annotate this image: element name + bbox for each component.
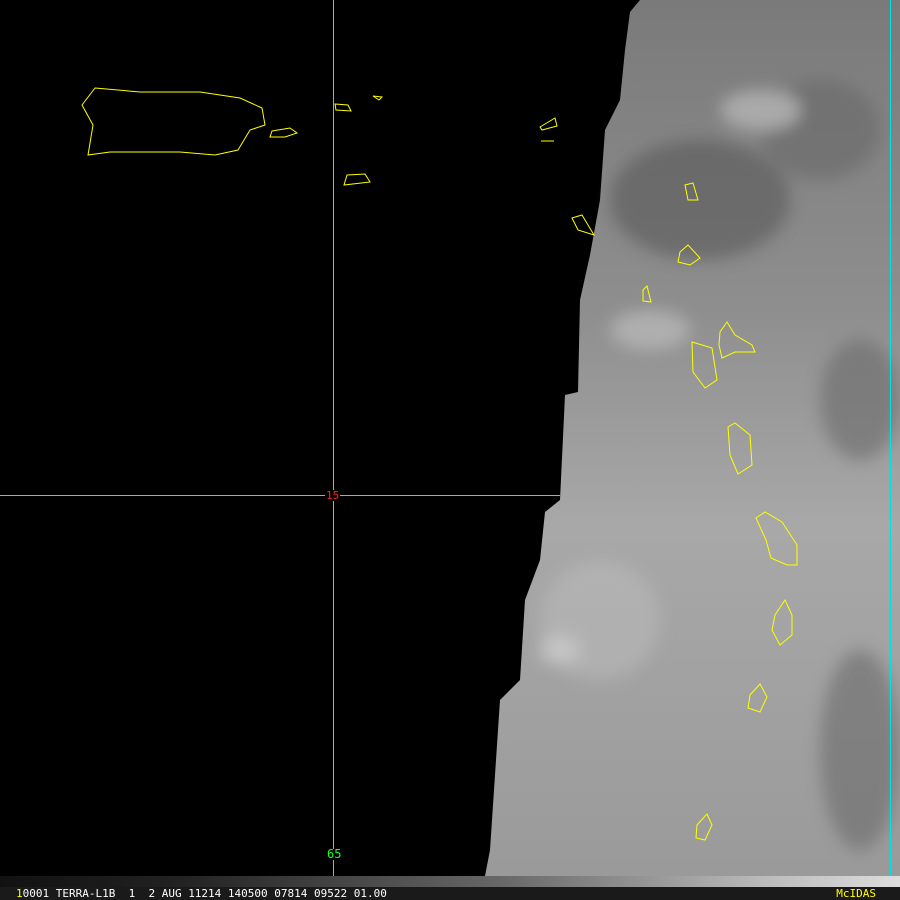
image-bottom-strip (0, 876, 900, 887)
latitude-label: 15 (325, 489, 341, 502)
image-edge-line (890, 0, 891, 887)
status-bar: 10001 TERRA-L1B 1 2 AUG 11214 140500 078… (0, 887, 900, 900)
frame-number: 1 (16, 887, 23, 900)
satellite-image-display: 15 65 10001 TERRA-L1B 1 2 AUG 11214 1405… (0, 0, 900, 900)
image-metadata: 0001 TERRA-L1B 1 2 AUG 11214 140500 0781… (22, 887, 387, 900)
mcidas-brand: McIDAS (836, 887, 876, 900)
latitude-gridline (0, 495, 560, 496)
coastline-overlay (81, 87, 798, 841)
longitude-gridline (333, 0, 334, 876)
coastline-puerto-rico (81, 87, 266, 156)
longitude-label: 65 (326, 847, 343, 861)
